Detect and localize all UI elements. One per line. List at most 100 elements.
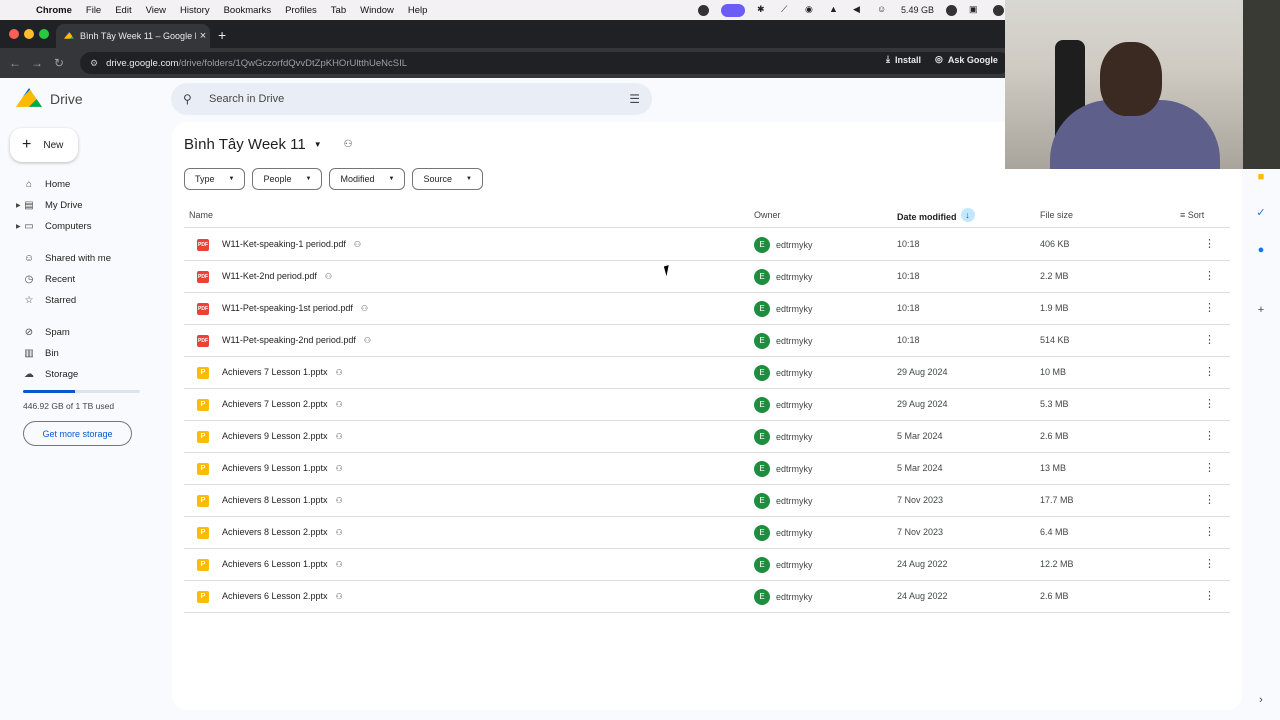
menu-bookmarks[interactable]: Bookmarks <box>224 5 272 16</box>
table-row[interactable]: P Achievers 8 Lesson 2.pptx ⚇ Eedtrmyky 7 No… <box>184 517 1230 549</box>
search-options-icon[interactable]: ☰ <box>629 92 640 106</box>
keep-icon[interactable]: ■ <box>1255 171 1267 183</box>
get-more-storage-button[interactable]: Get more storage <box>23 421 132 446</box>
menu-view[interactable]: View <box>146 5 166 16</box>
column-file-size[interactable]: File size <box>1040 210 1073 220</box>
cloud-status-icon[interactable] <box>993 4 1004 16</box>
file-name-cell[interactable]: W11-Ket-2nd period.pdf ⚇ <box>222 271 332 281</box>
menu-edit[interactable]: Edit <box>115 5 131 16</box>
drive-logo[interactable]: Drive <box>16 88 83 110</box>
folder-title-button[interactable]: Bình Tây Week 11 ▼ ⚇ <box>184 136 353 153</box>
file-name-cell[interactable]: Achievers 6 Lesson 1.pptx ⚇ <box>222 559 343 569</box>
sort-descending-icon[interactable]: ↓ <box>960 208 975 222</box>
sidebar-item-bin[interactable]: ▥ Bin <box>0 343 160 364</box>
filter-source[interactable]: Source ▼ <box>412 168 483 190</box>
back-icon[interactable]: ← <box>4 56 26 70</box>
more-actions-icon[interactable]: ⋮ <box>1204 493 1215 506</box>
sidebar-item-storage[interactable]: ☁ Storage <box>0 364 160 385</box>
table-row[interactable]: P Achievers 9 Lesson 2.pptx ⚇ Eedtrmyky 5 Ma… <box>184 421 1230 453</box>
more-actions-icon[interactable]: ⋮ <box>1204 429 1215 442</box>
tasks-icon[interactable]: ✓ <box>1255 207 1267 219</box>
file-name-cell[interactable]: W11-Pet-speaking-2nd period.pdf ⚇ <box>222 335 371 345</box>
menu-profiles[interactable]: Profiles <box>285 5 317 16</box>
file-name-cell[interactable]: W11-Pet-speaking-1st period.pdf ⚇ <box>222 303 368 313</box>
table-row[interactable]: P Achievers 8 Lesson 1.pptx ⚇ Eedtrmyky 7 No… <box>184 485 1230 517</box>
maximize-window-icon[interactable] <box>39 29 49 39</box>
column-name[interactable]: Name <box>189 210 213 220</box>
emoji-icon[interactable]: ☺ <box>877 4 889 16</box>
ask-google-button[interactable]: ◎ Ask Google <box>935 54 998 65</box>
contacts-icon[interactable]: ● <box>1255 244 1267 256</box>
sort-button[interactable]: ≡ Sort <box>1180 210 1204 220</box>
file-name-cell[interactable]: Achievers 9 Lesson 2.pptx ⚇ <box>222 431 343 441</box>
menu-app-name[interactable]: Chrome <box>36 5 72 16</box>
sidebar-item-computers[interactable]: ▶ ▭ Computers <box>0 216 160 237</box>
chatgpt-icon[interactable] <box>946 4 957 16</box>
more-actions-icon[interactable]: ⋮ <box>1204 525 1215 538</box>
file-name-cell[interactable]: Achievers 9 Lesson 1.pptx ⚇ <box>222 463 343 473</box>
more-actions-icon[interactable]: ⋮ <box>1204 557 1215 570</box>
filter-type[interactable]: Type ▼ <box>184 168 246 190</box>
sidebar-item-shared[interactable]: ☺ Shared with me <box>0 248 160 269</box>
search-input[interactable]: Search in Drive <box>209 93 629 105</box>
table-row[interactable]: PDF W11-Ket-speaking-1 period.pdf ⚇ Eedtrmy… <box>184 229 1230 261</box>
keyboard-icon[interactable] <box>720 3 745 17</box>
file-name-cell[interactable]: Achievers 7 Lesson 2.pptx ⚇ <box>222 399 343 409</box>
more-actions-icon[interactable]: ⋮ <box>1204 333 1215 346</box>
wifi-icon[interactable]: ◉ <box>805 4 817 16</box>
more-actions-icon[interactable]: ⋮ <box>1204 269 1215 282</box>
filter-modified[interactable]: Modified ▼ <box>329 168 406 190</box>
search-icon[interactable]: ⚲ <box>183 92 197 106</box>
image-icon[interactable]: ▣ <box>969 4 981 16</box>
close-tab-icon[interactable]: × <box>196 30 210 42</box>
sidebar-item-recent[interactable]: ◷ Recent <box>0 269 160 290</box>
table-row[interactable]: PDF W11-Pet-speaking-1st period.pdf ⚇ Eedtr… <box>184 293 1230 325</box>
table-row[interactable]: P Achievers 9 Lesson 1.pptx ⚇ Eedtrmyky 5 Ma… <box>184 453 1230 485</box>
table-row[interactable]: P Achievers 6 Lesson 1.pptx ⚇ Eedtrmyky 24 A… <box>184 549 1230 581</box>
table-row[interactable]: P Achievers 7 Lesson 2.pptx ⚇ Eedtrmyky 29 A… <box>184 389 1230 421</box>
more-actions-icon[interactable]: ⋮ <box>1204 589 1215 602</box>
menu-window[interactable]: Window <box>360 5 394 16</box>
filter-people[interactable]: People ▼ <box>252 168 323 190</box>
sidebar-item-spam[interactable]: ⊘ Spam <box>0 322 160 343</box>
menu-history[interactable]: History <box>180 5 210 16</box>
browser-tab[interactable]: Bình Tây Week 11 – Google Drive × <box>56 24 210 48</box>
expand-icon[interactable]: ▶ <box>16 202 21 209</box>
file-name-cell[interactable]: Achievers 7 Lesson 1.pptx ⚇ <box>222 367 343 377</box>
table-row[interactable]: P Achievers 7 Lesson 1.pptx ⚇ Eedtrmyky 29 A… <box>184 357 1230 389</box>
sidebar-item-home[interactable]: ⌂ Home <box>0 174 160 195</box>
sidebar-item-my-drive[interactable]: ▶ ▤ My Drive <box>0 195 160 216</box>
new-tab-icon[interactable]: + <box>218 27 226 43</box>
search-bar[interactable]: ⚲ Search in Drive ☰ <box>171 83 652 115</box>
minimize-window-icon[interactable] <box>24 29 34 39</box>
url-bar[interactable]: ⚙ drive.google.com/drive/folders/1QwGczo… <box>80 52 1010 74</box>
file-name-cell[interactable]: Achievers 6 Lesson 2.pptx ⚇ <box>222 591 343 601</box>
expand-icon[interactable]: ▶ <box>16 223 21 230</box>
close-window-icon[interactable] <box>9 29 19 39</box>
control-icon[interactable]: ▲ <box>829 4 841 16</box>
sidebar-item-starred[interactable]: ☆ Starred <box>0 290 160 311</box>
file-name-cell[interactable]: Achievers 8 Lesson 1.pptx ⚇ <box>222 495 343 505</box>
collapse-panel-icon[interactable]: › <box>1255 694 1267 706</box>
install-button[interactable]: ⤓ Install <box>886 54 921 65</box>
reload-icon[interactable]: ↻ <box>48 56 70 70</box>
menu-help[interactable]: Help <box>408 5 428 16</box>
menu-file[interactable]: File <box>86 5 101 16</box>
file-name-cell[interactable]: W11-Ket-speaking-1 period.pdf ⚇ <box>222 239 361 249</box>
memory-indicator[interactable]: 5.49 GB <box>901 5 934 15</box>
bluetooth-icon[interactable]: ✱ <box>757 4 769 16</box>
new-button[interactable]: + New <box>10 128 78 162</box>
column-date-modified[interactable]: Date modified ↓ <box>897 208 975 224</box>
more-actions-icon[interactable]: ⋮ <box>1204 301 1215 314</box>
shared-folder-icon[interactable]: ⚇ <box>344 139 353 150</box>
volume-icon[interactable]: ◀ <box>853 4 865 16</box>
add-addon-icon[interactable]: + <box>1255 304 1267 316</box>
file-name-cell[interactable]: Achievers 8 Lesson 2.pptx ⚇ <box>222 527 343 537</box>
more-actions-icon[interactable]: ⋮ <box>1204 237 1215 250</box>
column-owner[interactable]: Owner <box>754 210 781 220</box>
forward-icon[interactable]: → <box>26 56 48 70</box>
table-row[interactable]: PDF W11-Pet-speaking-2nd period.pdf ⚇ Eedtr… <box>184 325 1230 357</box>
table-row[interactable]: PDF W11-Ket-2nd period.pdf ⚇ Eedtrmyky 10:18… <box>184 261 1230 293</box>
menu-tab[interactable]: Tab <box>331 5 346 16</box>
site-info-icon[interactable]: ⚙ <box>90 58 98 69</box>
